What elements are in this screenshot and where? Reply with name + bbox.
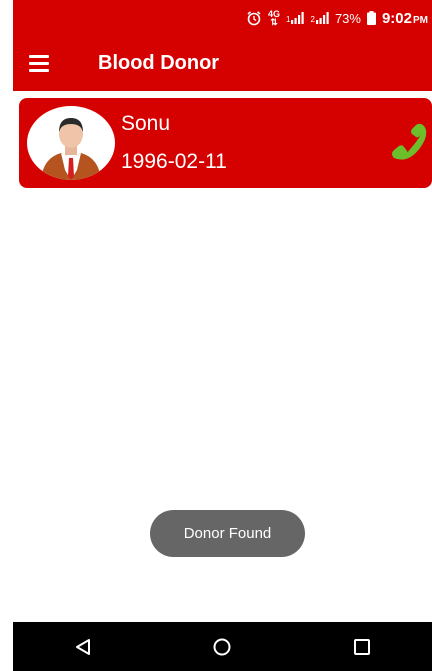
hamburger-menu-icon[interactable] xyxy=(29,47,63,81)
call-button[interactable] xyxy=(386,122,432,168)
phone-icon xyxy=(392,123,427,160)
recents-square-icon xyxy=(354,638,371,655)
sim1-signal-icon: 1 xyxy=(286,12,305,24)
left-margin xyxy=(0,0,13,671)
recents-button[interactable] xyxy=(342,627,382,667)
battery-icon xyxy=(366,11,376,25)
donor-avatar xyxy=(27,106,115,180)
donor-list-item[interactable]: Sonu 1996-02-11 xyxy=(19,98,432,188)
back-triangle-icon xyxy=(75,638,90,655)
person-avatar-icon xyxy=(41,118,101,180)
toast-message: Donor Found xyxy=(150,510,305,557)
battery-percent: 73% xyxy=(334,10,361,26)
status-bar: 4G ⇅ 1 2 73% 9:02PM xyxy=(13,0,432,36)
page-title: Blood Donor xyxy=(98,52,220,74)
sim2-signal-icon: 2 xyxy=(310,12,329,24)
home-button[interactable] xyxy=(202,627,242,667)
system-nav-bar xyxy=(13,622,432,671)
clock-time: 9:02 xyxy=(381,9,412,27)
status-time: 9:02PM xyxy=(382,10,428,27)
back-button[interactable] xyxy=(63,627,103,667)
app-bar: Blood Donor xyxy=(13,36,432,91)
donor-name: Sonu xyxy=(121,112,171,135)
donor-date: 1996-02-11 xyxy=(121,150,227,173)
alarm-icon xyxy=(246,10,262,26)
clock-ampm: PM xyxy=(413,14,428,26)
home-circle-icon xyxy=(213,638,231,655)
network-4g-icon: 4G ⇅ xyxy=(268,9,281,27)
